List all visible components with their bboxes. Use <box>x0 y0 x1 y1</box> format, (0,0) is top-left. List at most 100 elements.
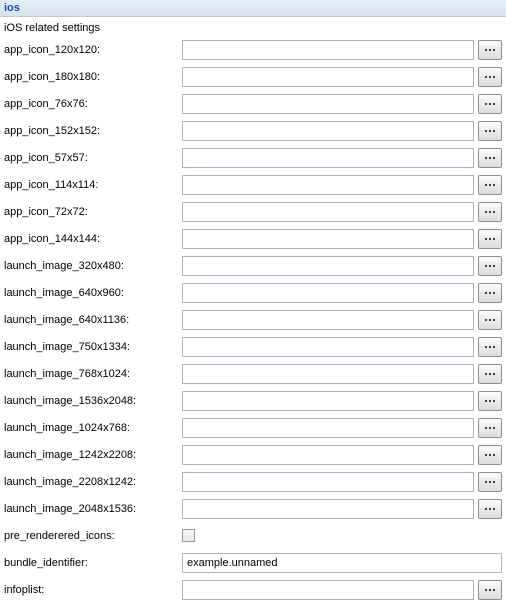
launch_image_640x960-browse-button[interactable] <box>478 283 502 303</box>
launch_image_2208x1242-field <box>182 472 502 492</box>
app_icon_114x114-label: app_icon_114x114: <box>4 179 182 191</box>
settings-row: app_icon_144x144: <box>4 225 502 252</box>
launch_image_768x1024-input[interactable] <box>182 364 474 384</box>
pre_renderered_icons-field <box>182 529 502 542</box>
app_icon_114x114-field <box>182 175 502 195</box>
app_icon_76x76-browse-button[interactable] <box>478 94 502 114</box>
launch_image_750x1334-browse-button[interactable] <box>478 337 502 357</box>
launch_image_320x480-field <box>182 256 502 276</box>
settings-row: launch_image_750x1334: <box>4 333 502 360</box>
app_icon_120x120-browse-button[interactable] <box>478 40 502 60</box>
launch_image_1024x768-label: launch_image_1024x768: <box>4 422 182 434</box>
app_icon_76x76-input[interactable] <box>182 94 474 114</box>
infoplist-label: infoplist: <box>4 584 182 596</box>
launch_image_320x480-label: launch_image_320x480: <box>4 260 182 272</box>
launch_image_2208x1242-label: launch_image_2208x1242: <box>4 476 182 488</box>
settings-row: infoplist: <box>4 576 502 603</box>
settings-row: app_icon_114x114: <box>4 171 502 198</box>
launch_image_768x1024-label: launch_image_768x1024: <box>4 368 182 380</box>
launch_image_640x1136-browse-button[interactable] <box>478 310 502 330</box>
launch_image_640x960-input[interactable] <box>182 283 474 303</box>
launch_image_1536x2048-browse-button[interactable] <box>478 391 502 411</box>
launch_image_2208x1242-input[interactable] <box>182 472 474 492</box>
panel-title: ios <box>4 2 20 14</box>
settings-row: app_icon_152x152: <box>4 117 502 144</box>
app_icon_152x152-label: app_icon_152x152: <box>4 125 182 137</box>
settings-row: launch_image_320x480: <box>4 252 502 279</box>
app_icon_152x152-browse-button[interactable] <box>478 121 502 141</box>
launch_image_320x480-browse-button[interactable] <box>478 256 502 276</box>
launch_image_640x1136-field <box>182 310 502 330</box>
launch_image_750x1334-label: launch_image_750x1334: <box>4 341 182 353</box>
launch_image_1024x768-browse-button[interactable] <box>478 418 502 438</box>
app_icon_144x144-input[interactable] <box>182 229 474 249</box>
launch_image_320x480-input[interactable] <box>182 256 474 276</box>
launch_image_2048x1536-label: launch_image_2048x1536: <box>4 503 182 515</box>
app_icon_72x72-field <box>182 202 502 222</box>
settings-row: launch_image_640x1136: <box>4 306 502 333</box>
app_icon_152x152-input[interactable] <box>182 121 474 141</box>
app_icon_152x152-field <box>182 121 502 141</box>
settings-row: launch_image_1242x2208: <box>4 441 502 468</box>
infoplist-field <box>182 580 502 600</box>
app_icon_57x57-label: app_icon_57x57: <box>4 152 182 164</box>
launch_image_768x1024-browse-button[interactable] <box>478 364 502 384</box>
launch_image_1024x768-input[interactable] <box>182 418 474 438</box>
bundle_identifier-field <box>182 553 502 573</box>
launch_image_2048x1536-field <box>182 499 502 519</box>
launch_image_1024x768-field <box>182 418 502 438</box>
settings-row: launch_image_768x1024: <box>4 360 502 387</box>
launch_image_1242x2208-input[interactable] <box>182 445 474 465</box>
app_icon_180x180-input[interactable] <box>182 67 474 87</box>
infoplist-browse-button[interactable] <box>478 580 502 600</box>
app_icon_180x180-browse-button[interactable] <box>478 67 502 87</box>
launch_image_768x1024-field <box>182 364 502 384</box>
launch_image_2208x1242-browse-button[interactable] <box>478 472 502 492</box>
launch_image_640x1136-input[interactable] <box>182 310 474 330</box>
settings-row: pre_renderered_icons: <box>4 522 502 549</box>
app_icon_120x120-label: app_icon_120x120: <box>4 44 182 56</box>
app_icon_72x72-input[interactable] <box>182 202 474 222</box>
launch_image_1536x2048-input[interactable] <box>182 391 474 411</box>
infoplist-input[interactable] <box>182 580 474 600</box>
app_icon_72x72-browse-button[interactable] <box>478 202 502 222</box>
app_icon_57x57-input[interactable] <box>182 148 474 168</box>
launch_image_1242x2208-browse-button[interactable] <box>478 445 502 465</box>
settings-form: app_icon_120x120: app_icon_180x180: app_ic… <box>0 36 506 607</box>
app_icon_144x144-browse-button[interactable] <box>478 229 502 249</box>
app_icon_57x57-browse-button[interactable] <box>478 148 502 168</box>
settings-row: app_icon_76x76: <box>4 90 502 117</box>
app_icon_120x120-input[interactable] <box>182 40 474 60</box>
pre_renderered_icons-checkbox[interactable] <box>182 529 195 542</box>
app_icon_76x76-field <box>182 94 502 114</box>
app_icon_114x114-input[interactable] <box>182 175 474 195</box>
launch_image_750x1334-field <box>182 337 502 357</box>
app_icon_180x180-label: app_icon_180x180: <box>4 71 182 83</box>
settings-row: bundle_identifier: <box>4 549 502 576</box>
launch_image_1242x2208-field <box>182 445 502 465</box>
app_icon_114x114-browse-button[interactable] <box>478 175 502 195</box>
launch_image_2048x1536-input[interactable] <box>182 499 474 519</box>
app_icon_72x72-label: app_icon_72x72: <box>4 206 182 218</box>
launch_image_750x1334-input[interactable] <box>182 337 474 357</box>
pre_renderered_icons-label: pre_renderered_icons: <box>4 530 182 542</box>
app_icon_76x76-label: app_icon_76x76: <box>4 98 182 110</box>
launch_image_640x1136-label: launch_image_640x1136: <box>4 314 182 326</box>
app_icon_57x57-field <box>182 148 502 168</box>
app_icon_144x144-label: app_icon_144x144: <box>4 233 182 245</box>
launch_image_640x960-field <box>182 283 502 303</box>
panel-header: ios <box>0 0 506 17</box>
settings-row: app_icon_120x120: <box>4 36 502 63</box>
bundle_identifier-label: bundle_identifier: <box>4 557 182 569</box>
settings-row: launch_image_640x960: <box>4 279 502 306</box>
settings-row: app_icon_180x180: <box>4 63 502 90</box>
settings-row: app_icon_57x57: <box>4 144 502 171</box>
bundle_identifier-input[interactable] <box>182 553 502 573</box>
launch_image_1536x2048-label: launch_image_1536x2048: <box>4 395 182 407</box>
app_icon_180x180-field <box>182 67 502 87</box>
app_icon_144x144-field <box>182 229 502 249</box>
settings-row: launch_image_2208x1242: <box>4 468 502 495</box>
settings-row: launch_image_1536x2048: <box>4 387 502 414</box>
launch_image_2048x1536-browse-button[interactable] <box>478 499 502 519</box>
launch_image_1536x2048-field <box>182 391 502 411</box>
